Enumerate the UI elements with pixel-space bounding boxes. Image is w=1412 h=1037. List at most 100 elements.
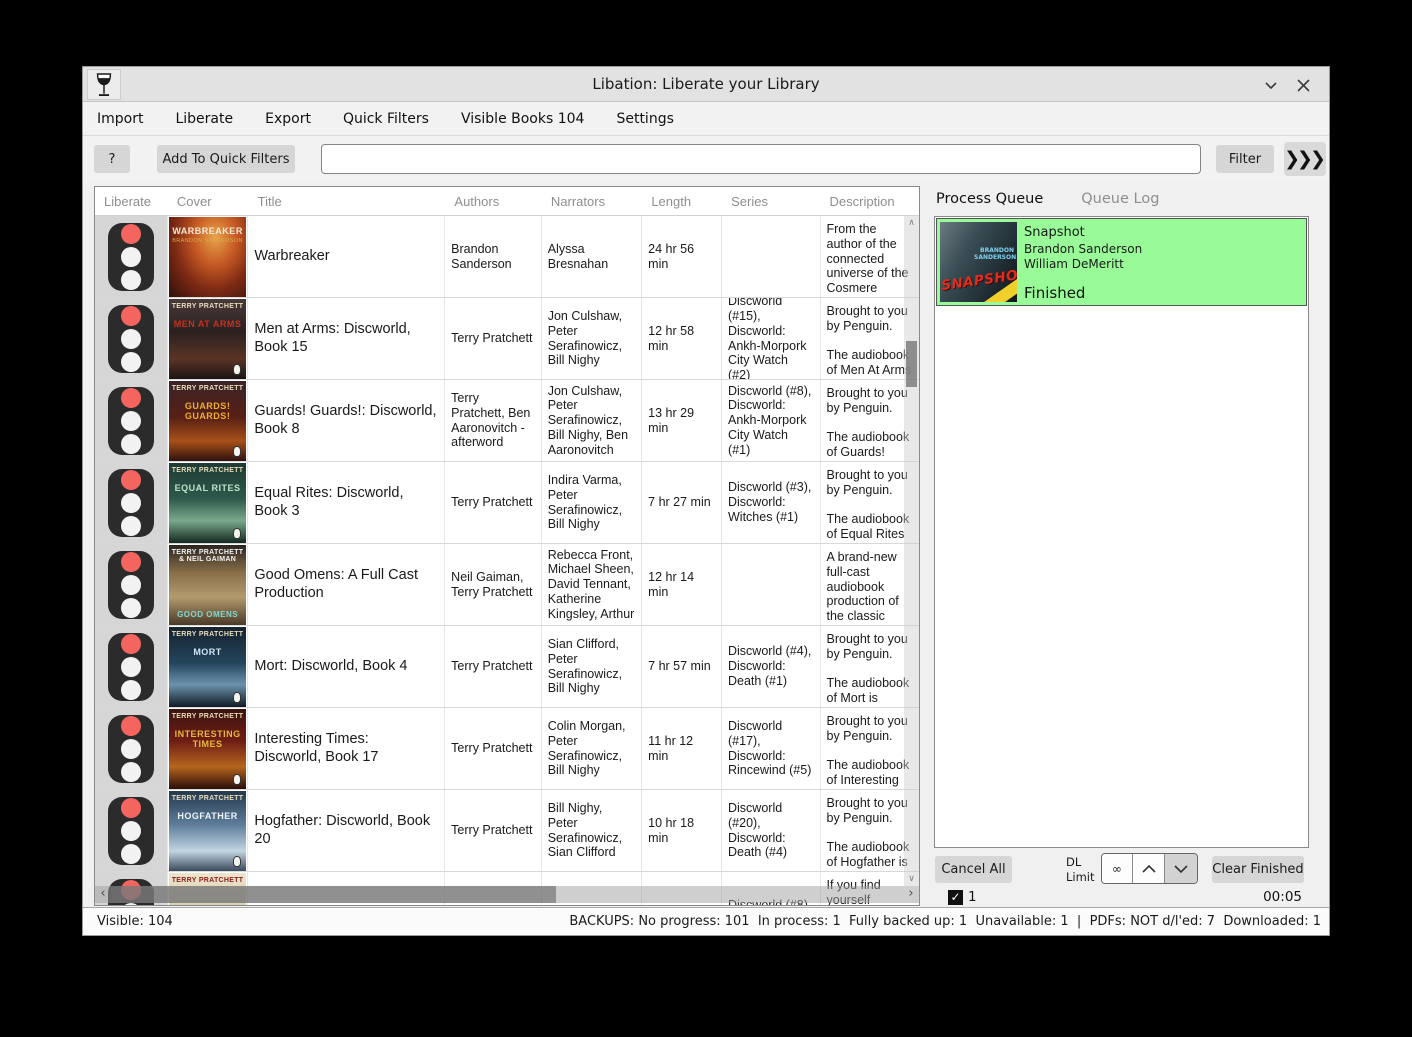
white-lamp: [121, 844, 141, 864]
red-lamp: [121, 224, 141, 244]
clear-finished-button[interactable]: Clear Finished: [1212, 856, 1304, 883]
series-cell: Discworld (#3), Discworld: Witches (#1): [722, 462, 821, 543]
scroll-left-icon[interactable]: ‹: [95, 886, 111, 903]
filter-toolbar: ? Add To Quick Filters Filter ❯❯❯: [83, 136, 1329, 182]
cover-title-text: INTERESTING TIMES: [169, 730, 247, 750]
white-lamp: [121, 739, 141, 759]
col-header-liberate[interactable]: Liberate: [95, 187, 168, 215]
title-cell: Hogfather: Discworld, Book 20: [248, 790, 445, 871]
table-row[interactable]: TERRY PRATCHETTINTERESTING TIMESInterest…: [95, 708, 919, 790]
add-to-quick-filters-button[interactable]: Add To Quick Filters: [157, 145, 295, 173]
queue-tabs: Process Queue Queue Log: [936, 191, 1159, 207]
col-header-description[interactable]: Description: [821, 187, 919, 215]
filter-button[interactable]: Filter: [1216, 145, 1274, 173]
cover-bottom-title-text: GOOD OMENS: [169, 610, 247, 619]
liberate-cell: [95, 708, 168, 789]
filter-search-input[interactable]: [321, 144, 1201, 174]
menu-settings[interactable]: Settings: [616, 111, 673, 127]
tab-process-queue[interactable]: Process Queue: [936, 191, 1043, 207]
series-cell: Discworld (#4), Discworld: Death (#1): [722, 626, 821, 707]
book-cover-image: TERRY PRATCHETTHOGFATHER: [169, 791, 247, 871]
queue-item-author: Brandon Sanderson: [1024, 242, 1302, 258]
white-lamp: [121, 411, 141, 431]
series-cell: [722, 216, 821, 297]
cover-author-text: TERRY PRATCHETT: [172, 795, 244, 802]
scroll-right-icon[interactable]: ›: [903, 886, 919, 903]
table-row[interactable]: TERRY PRATCHETTEQUAL RITESEqual Rites: D…: [95, 462, 919, 544]
minimize-button[interactable]: [1259, 73, 1283, 97]
col-header-length[interactable]: Length: [642, 187, 722, 215]
title-cell: Men at Arms: Discworld, Book 15: [248, 298, 445, 379]
tab-queue-log[interactable]: Queue Log: [1081, 191, 1159, 207]
table-row[interactable]: TERRY PRATCHETTMEN AT ARMSMen at Arms: D…: [95, 298, 919, 380]
menu-quick-filters[interactable]: Quick Filters: [343, 111, 429, 127]
cancel-all-button[interactable]: Cancel All: [935, 856, 1012, 883]
scroll-down-icon[interactable]: ∨: [904, 872, 919, 886]
liberate-traffic-light-button[interactable]: [108, 633, 154, 701]
vertical-scrollbar-thumb[interactable]: [906, 341, 917, 387]
window-title: Libation: Liberate your Library: [83, 67, 1329, 102]
fast-forward-chevrons-icon[interactable]: ❯❯❯: [1284, 142, 1326, 176]
table-row[interactable]: TERRY PRATCHETTMORTMort: Discworld, Book…: [95, 626, 919, 708]
table-row[interactable]: WARBREAKERBRANDON SANDERSONWarbreakerBra…: [95, 216, 919, 298]
queue-item-cover-image: BRANDON SANDERSON SNAPSHOT: [940, 222, 1017, 302]
authors-cell: Terry Pratchett, Ben Aaronovitch - after…: [445, 380, 542, 461]
col-header-cover[interactable]: Cover: [168, 187, 249, 215]
horizontal-scrollbar-thumb[interactable]: [111, 886, 556, 903]
narrators-cell: Rebecca Front, Michael Sheen, David Tenn…: [542, 544, 642, 625]
col-header-authors[interactable]: Authors: [445, 187, 541, 215]
menu-visible-books[interactable]: Visible Books 104: [461, 111, 585, 127]
liberate-cell: [95, 216, 168, 297]
close-button[interactable]: [1291, 73, 1315, 97]
queue-count-checkbox[interactable]: ✓: [948, 890, 963, 905]
chevron-up-icon: [1141, 864, 1157, 874]
liberate-traffic-light-button[interactable]: [108, 305, 154, 373]
help-button[interactable]: ?: [94, 145, 130, 173]
cover-cell: WARBREAKERBRANDON SANDERSON: [168, 216, 249, 297]
narrators-cell: Colin Morgan, Peter Serafinowicz, Bill N…: [542, 708, 642, 789]
liberate-traffic-light-button[interactable]: [108, 469, 154, 537]
title-bar[interactable]: Libation: Liberate your Library: [83, 67, 1329, 102]
cover-title-text: WARBREAKER: [172, 227, 243, 237]
vertical-scrollbar[interactable]: ∧ ∨: [904, 216, 919, 886]
cover-author-text: TERRY PRATCHETT: [172, 631, 244, 638]
title-cell: Equal Rites: Discworld, Book 3: [248, 462, 445, 543]
liberate-traffic-light-button[interactable]: [108, 797, 154, 865]
dl-limit-increase-button[interactable]: [1133, 854, 1166, 883]
menu-import[interactable]: Import: [97, 111, 143, 127]
liberate-cell: [95, 298, 168, 379]
horizontal-scrollbar[interactable]: ‹ ›: [95, 886, 919, 903]
white-lamp: [121, 903, 141, 907]
menu-export[interactable]: Export: [265, 111, 311, 127]
length-cell: 13 hr 29 min: [642, 380, 722, 461]
authors-cell: Terry Pratchett: [445, 708, 542, 789]
col-header-series[interactable]: Series: [722, 187, 820, 215]
authors-cell: Terry Pratchett: [445, 626, 542, 707]
series-cell: Discworld (#15), Discworld: Ankh-Morpork…: [722, 298, 821, 379]
length-cell: 7 hr 57 min: [642, 626, 722, 707]
liberate-traffic-light-button[interactable]: [108, 551, 154, 619]
title-cell: Good Omens: A Full Cast Production: [248, 544, 445, 625]
scroll-up-icon[interactable]: ∧: [904, 216, 919, 230]
white-lamp: [121, 434, 141, 454]
cover-cell: TERRY PRATCHETTMORT: [168, 626, 249, 707]
process-queue-panel: Process Queue Queue Log BRANDON SANDERSO…: [926, 182, 1316, 909]
table-row[interactable]: TERRY PRATCHETTGUARDS! GUARDS!Guards! Gu…: [95, 380, 919, 462]
visible-count-status: Visible: 104: [97, 914, 173, 929]
col-header-narrators[interactable]: Narrators: [542, 187, 642, 215]
queue-item-finished[interactable]: BRANDON SANDERSON SNAPSHOT Snapshot Bran…: [936, 218, 1307, 306]
liberate-traffic-light-button[interactable]: [108, 387, 154, 455]
series-cell: [722, 544, 821, 625]
liberate-traffic-light-button[interactable]: [108, 223, 154, 291]
cover-cell: TERRY PRATCHETTINTERESTING TIMES: [168, 708, 249, 789]
authors-cell: Neil Gaiman, Terry Pratchett: [445, 544, 542, 625]
table-row[interactable]: TERRY PRATCHETTHOGFATHERHogfather: Discw…: [95, 790, 919, 872]
red-lamp: [121, 634, 141, 654]
liberate-traffic-light-button[interactable]: [108, 715, 154, 783]
narrators-cell: Jon Culshaw, Peter Serafinowicz, Bill Ni…: [542, 298, 642, 379]
col-header-title[interactable]: Title: [249, 187, 446, 215]
white-lamp: [121, 821, 141, 841]
dl-limit-decrease-button[interactable]: [1165, 854, 1197, 883]
menu-liberate[interactable]: Liberate: [175, 111, 233, 127]
table-row[interactable]: TERRY PRATCHETT & NEIL GAIMANGOOD OMENSG…: [95, 544, 919, 626]
